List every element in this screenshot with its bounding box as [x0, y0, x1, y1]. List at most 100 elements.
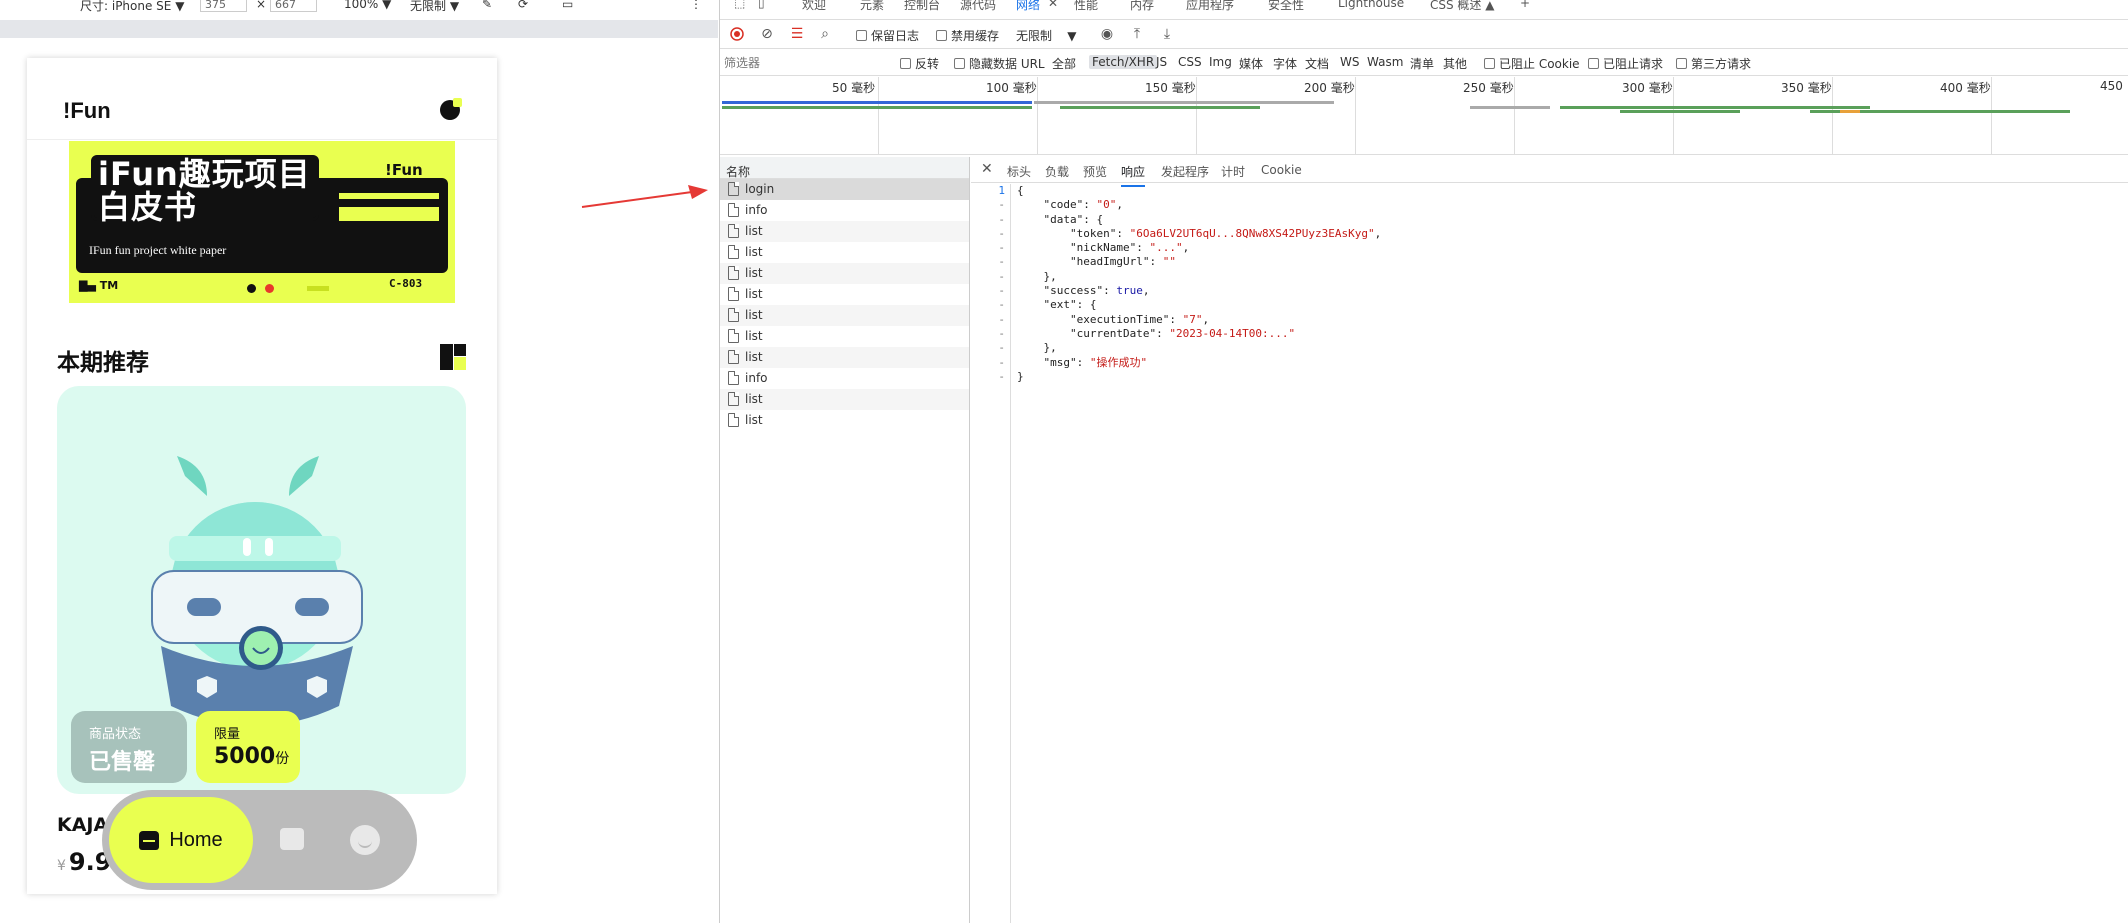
wifi-conditions-icon[interactable]: ◉ [1098, 25, 1116, 43]
close-detail-icon[interactable]: ✕ [981, 161, 993, 177]
inspect-icon[interactable]: ⬚ [734, 0, 745, 10]
request-row[interactable]: info [720, 368, 969, 389]
whitepaper-banner[interactable]: iFun趣玩项目白皮书 !Fun IFun fun project white … [69, 141, 455, 303]
request-row[interactable]: login [720, 179, 969, 200]
tab-network[interactable]: 网络 [1016, 0, 1040, 13]
response-line: "msg": "操作成功" [1017, 355, 1148, 369]
type-font[interactable]: 字体 [1273, 55, 1297, 72]
type-fetch-xhr[interactable]: Fetch/XHR [1089, 55, 1158, 69]
type-css[interactable]: CSS [1178, 55, 1202, 69]
type-other[interactable]: 其他 [1443, 55, 1467, 72]
blocked-requests-checkbox[interactable]: 已阻止请求 [1588, 55, 1663, 72]
tab-initiator[interactable]: 发起程序 [1161, 163, 1209, 180]
export-har-icon[interactable]: ⤓ [1158, 25, 1176, 43]
tab-headers[interactable]: 标头 [1007, 163, 1031, 180]
device-select[interactable]: 尺寸: iPhone SE ▼ [80, 0, 184, 14]
document-icon [728, 392, 739, 406]
clear-icon[interactable]: ⊘ [758, 25, 776, 43]
product-card[interactable]: 商品状态 已售罄 限量 5000份 [57, 386, 466, 794]
tab-application[interactable]: 应用程序 [1186, 0, 1234, 13]
type-manifest[interactable]: 清单 [1410, 55, 1434, 72]
red-arrow-annotation [581, 185, 708, 208]
preserve-log-checkbox[interactable]: 保留日志 [856, 27, 919, 44]
tab-console[interactable]: 控制台 [904, 0, 940, 13]
close-network-tab-icon[interactable]: ✕ [1048, 0, 1058, 10]
tab-security[interactable]: 安全性 [1268, 0, 1304, 13]
request-row[interactable]: list [720, 263, 969, 284]
throttle-dropdown[interactable]: 无限制 ▼ [1016, 27, 1077, 44]
throttle-value: 无限制 [1016, 29, 1053, 43]
tab-timing[interactable]: 计时 [1221, 163, 1245, 180]
tab-cookies[interactable]: Cookie [1261, 163, 1302, 177]
blocked-cookies-checkbox[interactable]: 已阻止 Cookie [1484, 55, 1580, 72]
home-tab[interactable]: Home [109, 797, 253, 883]
record-icon[interactable] [728, 25, 746, 43]
request-row[interactable]: list [720, 347, 969, 368]
line-number: - [998, 212, 1005, 226]
hide-data-url-checkbox[interactable]: 隐藏数据 URL [954, 55, 1045, 72]
type-wasm[interactable]: Wasm [1367, 55, 1403, 69]
smiley-profile-icon[interactable] [350, 825, 380, 855]
disable-cache-checkbox[interactable]: 禁用缓存 [936, 27, 999, 44]
request-name: list [745, 224, 763, 238]
device-toggle-icon[interactable]: ▯ [758, 0, 765, 10]
shopping-bag-icon[interactable] [280, 828, 304, 850]
tab-payload[interactable]: 负载 [1045, 163, 1069, 180]
tab-sources[interactable]: 源代码 [960, 0, 996, 13]
tab-memory[interactable]: 内存 [1130, 0, 1154, 13]
menu-icon[interactable] [440, 98, 462, 120]
add-tab-icon[interactable]: + [1520, 0, 1530, 10]
third-party-checkbox[interactable]: 第三方请求 [1676, 55, 1751, 72]
type-all[interactable]: 全部 [1052, 55, 1076, 72]
request-name: list [745, 413, 763, 427]
type-js[interactable]: JS [1156, 55, 1167, 69]
throttle-select[interactable]: 无限制 ▼ [410, 0, 459, 14]
request-row[interactable]: list [720, 389, 969, 410]
media-query-ruler [0, 20, 718, 38]
zoom-select[interactable]: 100% ▼ [344, 0, 391, 11]
import-har-icon[interactable]: ⤒ [1128, 25, 1146, 43]
tab-lighthouse[interactable]: Lighthouse [1338, 0, 1404, 10]
filter-input[interactable] [724, 53, 894, 72]
tab-performance[interactable]: 性能 [1074, 0, 1098, 13]
limit-badge: 限量 5000份 [196, 711, 300, 783]
width-input[interactable]: 375 [200, 0, 247, 12]
request-row[interactable]: list [720, 410, 969, 431]
limit-number: 5000 [214, 744, 276, 769]
tab-preview[interactable]: 预览 [1083, 163, 1107, 180]
status-label: 商品状态 [89, 727, 142, 742]
type-doc[interactable]: 文档 [1305, 55, 1329, 72]
app-logo: !Fun [63, 98, 111, 123]
disable-cache-label: 禁用缓存 [951, 29, 1000, 43]
banner-dot [265, 284, 274, 293]
request-row[interactable]: info [720, 200, 969, 221]
filter-icon[interactable]: ☰ [788, 25, 806, 43]
type-img[interactable]: Img [1209, 55, 1232, 69]
dual-screen-icon[interactable]: ▭ [562, 0, 573, 11]
timeline-overview[interactable]: 50 毫秒 100 毫秒 150 毫秒 200 毫秒 250 毫秒 300 毫秒… [720, 77, 2128, 155]
search-icon[interactable]: ⌕ [816, 25, 834, 43]
request-row[interactable]: list [720, 284, 969, 305]
request-row[interactable]: list [720, 221, 969, 242]
no-touch-icon[interactable]: ✎ [482, 0, 492, 11]
type-media[interactable]: 媒体 [1239, 55, 1263, 72]
line-number: - [998, 226, 1005, 240]
layout-toggle-icon[interactable] [440, 344, 466, 370]
network-toolbar: ⊘ ☰ ⌕ 保留日志 禁用缓存 无限制 ▼ ◉ ⤒ ⤓ [720, 21, 2128, 49]
name-column-header[interactable]: 名称 [720, 157, 969, 179]
request-row[interactable]: list [720, 305, 969, 326]
response-body[interactable]: { "code": "0", "data": { "token": "6Oa6L… [1017, 184, 1381, 384]
height-input[interactable]: 667 [270, 0, 317, 12]
type-ws[interactable]: WS [1340, 55, 1359, 69]
request-row[interactable]: list [720, 242, 969, 263]
response-viewer[interactable]: 1------------- { "code": "0", "data": { … [971, 184, 2128, 923]
tab-elements[interactable]: 元素 [860, 0, 884, 13]
request-row[interactable]: list [720, 326, 969, 347]
devtools-tabs: ⬚ ▯ 欢迎 元素 控制台 源代码 网络 ✕ 性能 内存 应用程序 安全性 Li… [720, 0, 2128, 20]
document-icon [728, 245, 739, 259]
rotate-icon[interactable]: ⟳ [518, 0, 528, 11]
tab-css-overview[interactable]: CSS 概述 ▲ [1430, 0, 1494, 13]
more-options-icon[interactable]: ⋮ [690, 0, 702, 11]
invert-checkbox[interactable]: 反转 [900, 55, 939, 72]
tab-welcome[interactable]: 欢迎 [802, 0, 826, 13]
